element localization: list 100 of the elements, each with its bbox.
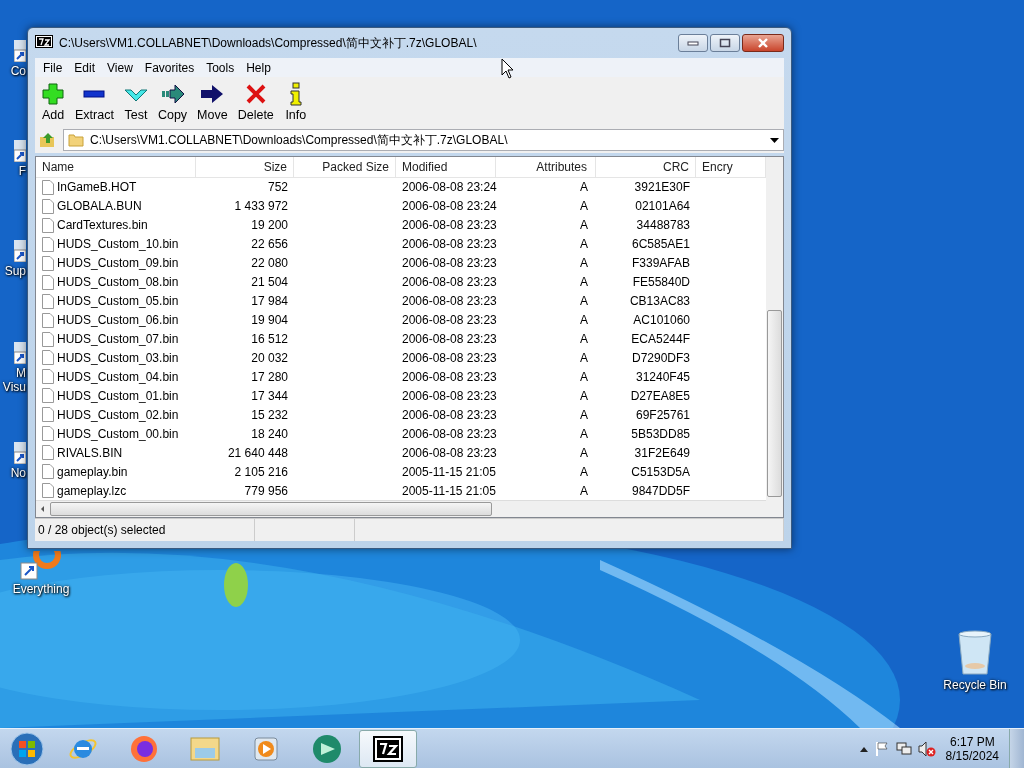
file-name[interactable]: HUDS_Custom_01.bin <box>57 388 179 403</box>
menu-item[interactable]: Help <box>240 60 277 75</box>
column-header[interactable]: CRC <box>596 157 696 177</box>
table-cell-text: 2006-08-08 23:23 <box>401 332 496 347</box>
column-header[interactable]: Attributes <box>496 157 596 177</box>
file-name[interactable]: HUDS_Custom_03.bin <box>57 351 179 365</box>
minimize-icon <box>687 40 699 46</box>
table-cell-text: A <box>579 426 589 441</box>
table-cell-text: A <box>579 445 589 460</box>
table-cell-text: A <box>579 313 589 328</box>
menu-item[interactable]: Tools <box>200 60 241 75</box>
desktop-icon-label[interactable]: Co <box>0 64 26 78</box>
file-name[interactable]: HUDS_Custom_09.bin <box>57 256 179 271</box>
column-header[interactable]: Size <box>196 157 294 177</box>
table-cell-text: A <box>579 369 589 384</box>
maximize-button[interactable] <box>710 34 740 52</box>
show-hidden-icons-icon[interactable] <box>859 746 868 752</box>
taskbar-button[interactable] <box>359 730 417 768</box>
column-header[interactable]: Name <box>36 157 196 177</box>
table-cell-text: 2006-08-08 23:23 <box>401 294 496 309</box>
close-button[interactable] <box>742 34 784 52</box>
toolbar-button[interactable]: Delete <box>233 82 278 122</box>
vertical-scrollbar[interactable] <box>766 157 783 517</box>
desktop-icon-label[interactable]: Recycle Bin <box>943 678 1007 692</box>
shortcut-icon[interactable] <box>14 342 26 364</box>
table-cell-text: 1 433 972 <box>233 199 289 214</box>
clock[interactable]: 6:17 PM 8/15/2024 <box>941 735 1003 763</box>
menu-item[interactable]: View <box>101 60 139 75</box>
toolbar-button[interactable]: Add <box>37 82 69 122</box>
file-name[interactable]: CardTextures.bin <box>57 218 148 233</box>
table-cell-text: A <box>579 180 589 195</box>
volume-muted-icon[interactable] <box>917 741 936 757</box>
app-logo-icon <box>35 35 53 51</box>
desktop-icon-label[interactable]: No <box>0 466 26 480</box>
table-cell-text: A <box>579 407 589 422</box>
file-name[interactable]: HUDS_Custom_02.bin <box>57 407 179 422</box>
menu-item[interactable]: Favorites <box>138 60 201 75</box>
file-icon <box>42 312 54 328</box>
shortcut-icon[interactable] <box>14 140 26 162</box>
table-cell-text: 3921E30F <box>633 180 691 195</box>
table-cell-text: A <box>579 237 589 252</box>
toolbar-button[interactable]: Info <box>279 82 312 122</box>
address-field[interactable]: C:\Users\VM1.COLLABNET\Downloads\Compressed\简中文补丁.7z\GLOBAL\ <box>63 129 784 151</box>
file-name[interactable]: gameplay.bin <box>57 464 128 479</box>
file-name[interactable]: HUDS_Custom_00.bin <box>57 426 179 441</box>
play-icon <box>251 734 281 764</box>
flag-icon[interactable] <box>873 741 890 757</box>
arrow-right-icon <box>160 82 185 106</box>
folder-icon <box>189 734 221 764</box>
file-name[interactable]: gameplay.lzc <box>57 483 127 498</box>
table-cell-text: 2 105 216 <box>233 464 289 479</box>
network-icon[interactable] <box>895 741 912 757</box>
shortcut-icon[interactable] <box>14 40 26 62</box>
desktop-icon-label[interactable]: Sup <box>0 264 26 278</box>
window-title: C:\Users\VM1.COLLABNET\Downloads\Compressed\简中文补丁.7z\GLOBAL\ <box>59 34 477 52</box>
table-cell-text: F339AFAB <box>630 256 691 271</box>
table-cell-text: 2005-11-15 21:05 <box>401 464 496 479</box>
table-cell-text: 16 512 <box>250 332 289 347</box>
file-name[interactable]: HUDS_Custom_10.bin <box>57 237 179 252</box>
desktop-icon-label[interactable]: M Visu <box>0 366 26 394</box>
column-header[interactable]: Modified <box>396 157 496 177</box>
table-cell-text: A <box>579 464 589 479</box>
file-name[interactable]: RIVALS.BIN <box>57 445 123 460</box>
toolbar-button[interactable]: Test <box>119 82 152 122</box>
horizontal-scrollbar[interactable] <box>36 500 766 518</box>
table-cell-text: 31F2E649 <box>633 445 691 460</box>
table-cell-text: D7290DF3 <box>630 351 691 365</box>
recycle-bin-icon[interactable] <box>955 630 995 676</box>
table-cell-text: 6C585AE1 <box>630 237 691 252</box>
table-cell-text: ECA5244F <box>630 332 691 347</box>
file-name[interactable]: GLOBALA.BUN <box>57 199 142 214</box>
file-name[interactable]: HUDS_Custom_08.bin <box>57 275 179 290</box>
arrow-right-icon <box>200 82 225 106</box>
plus-icon <box>41 82 65 106</box>
menu-item[interactable]: File <box>37 60 69 75</box>
shortcut-icon[interactable] <box>14 442 26 464</box>
file-name[interactable]: HUDS_Custom_07.bin <box>57 332 179 347</box>
toolbar-button[interactable]: Copy <box>153 82 192 122</box>
toolbar-button[interactable]: Extract <box>71 82 118 122</box>
file-icon <box>42 464 54 480</box>
table-cell-text: 2006-08-08 23:23 <box>401 351 496 365</box>
file-name[interactable]: HUDS_Custom_05.bin <box>57 294 179 309</box>
start-orb-icon <box>10 732 44 766</box>
file-name[interactable]: HUDS_Custom_06.bin <box>57 313 179 328</box>
minimize-button[interactable] <box>678 34 708 52</box>
column-header[interactable]: Packed Size <box>294 157 396 177</box>
table-cell-text: A <box>579 256 589 271</box>
menu-item[interactable]: Edit <box>68 60 102 75</box>
file-name[interactable]: HUDS_Custom_04.bin <box>57 369 179 384</box>
file-name[interactable]: InGameB.HOT <box>57 180 137 195</box>
table-cell-text: 2006-08-08 23:23 <box>401 218 496 233</box>
clock-date: 8/15/2024 <box>945 749 999 763</box>
shortcut-icon[interactable] <box>14 240 26 262</box>
magnifier-shortcut-icon[interactable] <box>19 551 63 580</box>
toolbar-button[interactable]: Move <box>193 82 232 122</box>
table-cell-text: 2006-08-08 23:23 <box>401 313 496 328</box>
desktop-icon-label[interactable]: F <box>0 164 26 178</box>
mouse-cursor-icon <box>501 58 515 80</box>
table-cell-text: 17 280 <box>250 369 289 384</box>
file-icon <box>42 179 54 195</box>
